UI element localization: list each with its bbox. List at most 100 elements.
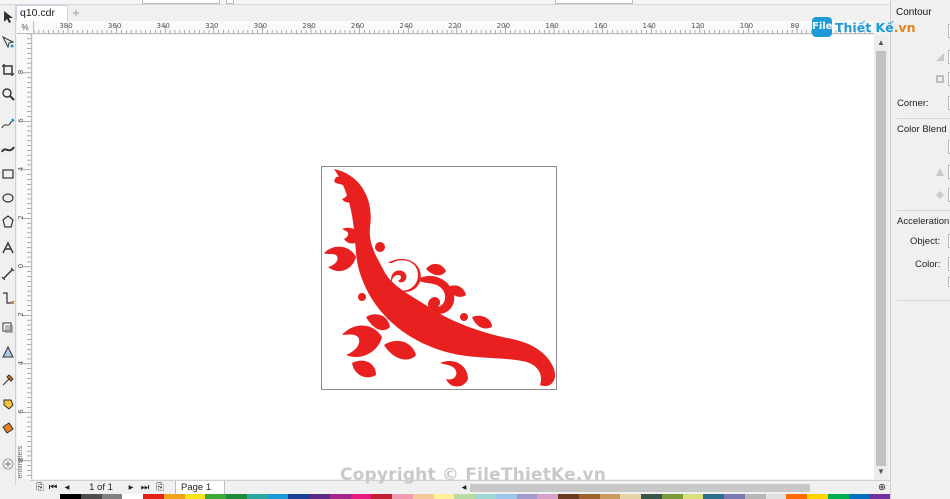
vertical-ruler[interactable]: 864202468 centimeters: [17, 34, 32, 479]
add-page-after-icon[interactable]: ⎘: [154, 481, 166, 495]
color-swatch[interactable]: [267, 494, 289, 499]
color-swatch[interactable]: [80, 494, 102, 499]
color-swatch[interactable]: [495, 494, 517, 499]
color-swatch[interactable]: [848, 494, 870, 499]
page-tab[interactable]: Page 1: [175, 481, 225, 495]
ruler-tick-label: 0: [17, 264, 25, 268]
color-swatch[interactable]: [433, 494, 455, 499]
color-swatch[interactable]: [516, 494, 538, 499]
ruler-tick-label: 240: [400, 22, 413, 30]
crop-tool-icon[interactable]: [1, 63, 15, 77]
connector-tool-icon[interactable]: [1, 291, 15, 305]
ruler-tick-label: 4: [17, 166, 25, 171]
scroll-down-arrow[interactable]: ▼: [874, 466, 888, 478]
previous-page-icon[interactable]: ◂: [62, 481, 72, 495]
outside-contour-icon: [935, 52, 945, 62]
last-page-icon[interactable]: ⏭: [140, 481, 150, 495]
interactive-fill-icon[interactable]: [1, 397, 15, 411]
color-swatch[interactable]: [765, 494, 787, 499]
horizontal-scroll-thumb[interactable]: [470, 484, 810, 492]
color-swatch[interactable]: [246, 494, 268, 499]
ruler-tick-label: 4: [17, 360, 25, 365]
color-swatch[interactable]: [599, 494, 621, 499]
color-swatch[interactable]: [143, 494, 164, 499]
divider: [897, 210, 950, 211]
color-swatch[interactable]: [60, 494, 81, 499]
color-swatch[interactable]: [101, 494, 123, 499]
transparency-icon[interactable]: [1, 345, 15, 359]
color-swatch[interactable]: [226, 494, 247, 499]
color-swatch[interactable]: [184, 494, 206, 499]
outline-color-icon: [935, 167, 945, 177]
color-swatch[interactable]: [122, 494, 143, 499]
divider: [897, 118, 950, 119]
color-swatch[interactable]: [475, 494, 496, 499]
rectangle-tool-icon[interactable]: [1, 167, 15, 181]
ruler-origin[interactable]: %: [17, 21, 34, 34]
ruler-tick-label: 160: [594, 22, 607, 30]
artistic-media-icon[interactable]: [1, 143, 15, 157]
color-swatch[interactable]: [578, 494, 600, 499]
color-swatch[interactable]: [412, 494, 434, 499]
freehand-tool-icon[interactable]: [1, 117, 15, 131]
color-swatch[interactable]: [205, 494, 226, 499]
zoom-navigator-icon[interactable]: ⊕: [876, 481, 888, 495]
red-corner-ornament[interactable]: [322, 167, 558, 391]
ruler-tick-label: 300: [254, 22, 267, 30]
polygon-tool-icon[interactable]: [1, 215, 15, 229]
ruler-tick-label: 200: [497, 22, 510, 30]
divider: [897, 300, 950, 301]
color-swatch[interactable]: [807, 494, 828, 499]
ruler-tick-label: 280: [302, 22, 315, 30]
horizontal-ruler[interactable]: 380 360 340 320 300 280 260 240 220 200 180 160 140 1…: [34, 21, 874, 34]
parallel-dimension-icon[interactable]: [1, 267, 15, 281]
color-swatch[interactable]: [371, 494, 392, 499]
new-tab-button[interactable]: +: [68, 6, 84, 20]
shape-tool-icon[interactable]: [1, 35, 15, 49]
drawing-canvas[interactable]: [33, 35, 874, 479]
color-swatch[interactable]: [869, 494, 890, 499]
color-swatch[interactable]: [350, 494, 372, 499]
property-dropdown[interactable]: [142, 0, 220, 4]
zoom-tool-icon[interactable]: [1, 87, 15, 101]
color-acceleration-label: Color:: [915, 259, 941, 270]
pick-tool-icon[interactable]: [1, 10, 15, 24]
ruler-tick-label: 340: [157, 22, 170, 30]
color-swatch[interactable]: [827, 494, 849, 499]
drop-shadow-icon[interactable]: [1, 321, 15, 335]
scroll-thumb[interactable]: [876, 51, 886, 466]
ruler-tick-label: 140: [643, 22, 656, 30]
add-page-icon[interactable]: ⎘: [34, 481, 46, 495]
color-swatch[interactable]: [558, 494, 579, 499]
property-spinner[interactable]: [226, 0, 234, 4]
document-tab[interactable]: q10.cdr: [16, 5, 68, 21]
color-swatch[interactable]: [682, 494, 704, 499]
smart-fill-icon[interactable]: [1, 421, 15, 435]
ruler-unit-label: centimeters: [17, 445, 24, 479]
color-swatch[interactable]: [724, 494, 745, 499]
color-swatch[interactable]: [163, 494, 185, 499]
color-swatch[interactable]: [786, 494, 807, 499]
ellipse-tool-icon[interactable]: [1, 191, 15, 205]
color-swatch[interactable]: [288, 494, 309, 499]
ruler-tick-label: 120: [691, 22, 704, 30]
add-tool-icon[interactable]: [1, 457, 15, 471]
color-swatch[interactable]: [744, 494, 766, 499]
color-swatch[interactable]: [537, 494, 558, 499]
eyedropper-icon[interactable]: [1, 373, 15, 387]
first-page-icon[interactable]: ⏮: [48, 481, 58, 495]
color-swatch[interactable]: [661, 494, 683, 499]
inside-contour-icon: [935, 74, 945, 84]
next-page-icon[interactable]: ▸: [126, 481, 136, 495]
color-swatch[interactable]: [620, 494, 641, 499]
color-swatch[interactable]: [392, 494, 413, 499]
property-dropdown-right[interactable]: [555, 0, 633, 4]
color-swatch[interactable]: [703, 494, 724, 499]
color-swatch[interactable]: [309, 494, 330, 499]
color-swatch[interactable]: [454, 494, 475, 499]
vertical-scrollbar[interactable]: ▲ ▼: [874, 35, 888, 480]
color-swatch[interactable]: [329, 494, 351, 499]
text-tool-icon[interactable]: [1, 241, 15, 255]
document-tab-bar: q10.cdr +: [0, 5, 890, 21]
color-swatch[interactable]: [641, 494, 662, 499]
